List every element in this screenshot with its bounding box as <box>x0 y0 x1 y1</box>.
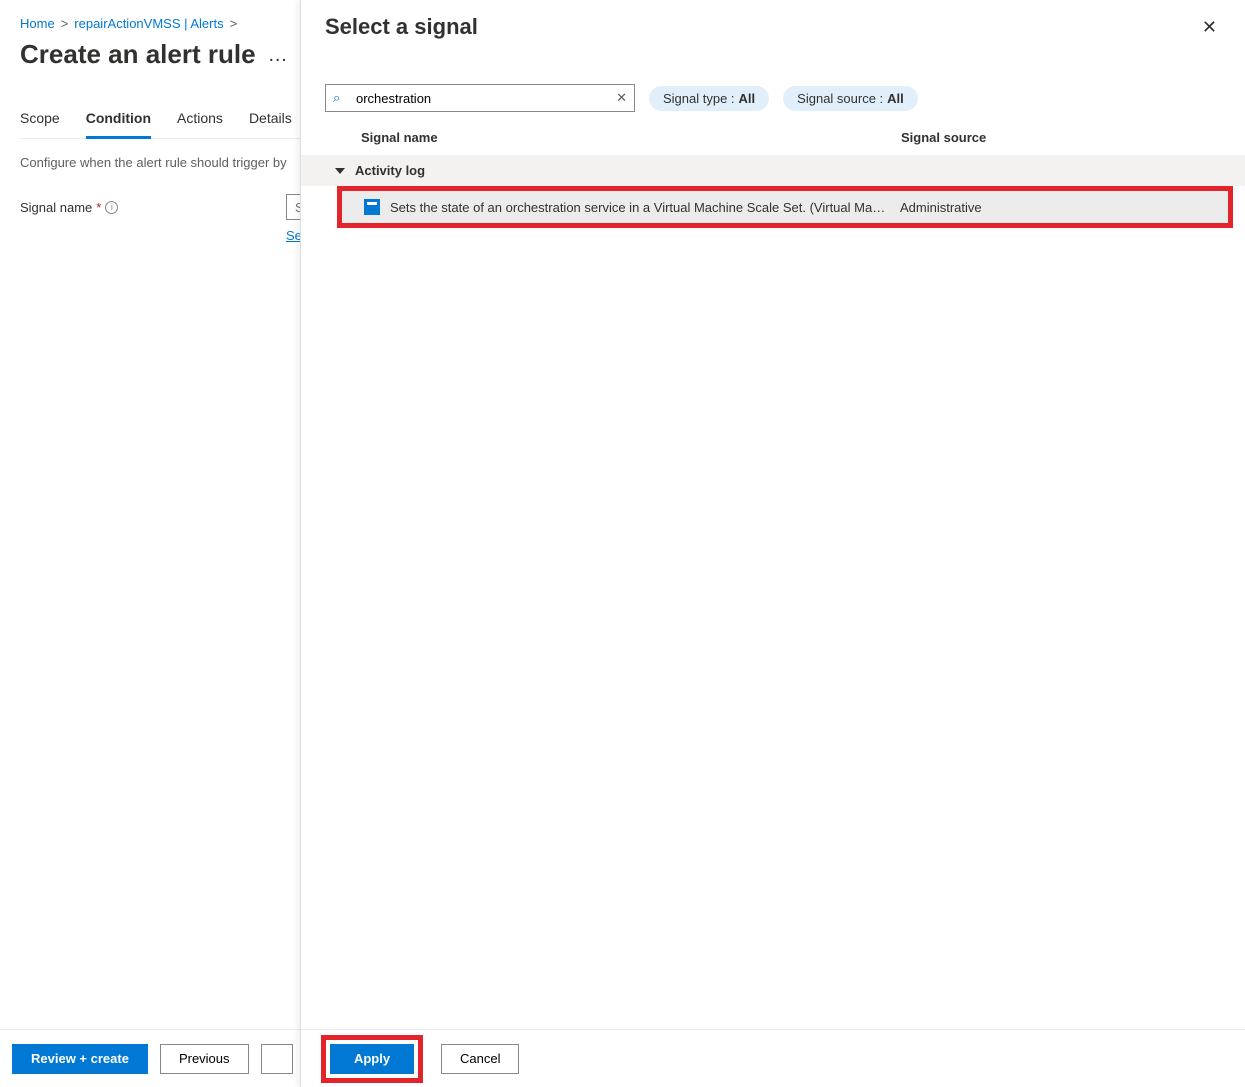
signal-name-label: Signal name * i <box>20 200 270 215</box>
review-create-button[interactable]: Review + create <box>12 1044 148 1074</box>
panel-header: Select a signal ✕ <box>301 0 1245 40</box>
tab-scope[interactable]: Scope <box>20 104 60 139</box>
tab-details[interactable]: Details <box>249 104 292 139</box>
signal-name-label-text: Signal name <box>20 200 92 215</box>
tab-condition[interactable]: Condition <box>86 104 151 139</box>
group-label: Activity log <box>355 163 425 178</box>
chevron-down-icon <box>335 168 345 174</box>
panel-controls: ⌕ ✕ Signal type : All Signal source : Al… <box>301 40 1245 130</box>
search-icon: ⌕ <box>333 90 340 106</box>
close-icon[interactable]: ✕ <box>1198 14 1221 40</box>
filter-label: Signal source : <box>797 91 883 106</box>
signal-search-input[interactable] <box>325 84 635 112</box>
signal-search-box: ⌕ ✕ <box>325 84 635 112</box>
apply-button[interactable]: Apply <box>330 1044 414 1074</box>
signal-type-filter[interactable]: Signal type : All <box>649 86 769 111</box>
tab-actions[interactable]: Actions <box>177 104 223 139</box>
signal-source-filter[interactable]: Signal source : All <box>783 86 918 111</box>
breadcrumb-sep: > <box>61 16 69 31</box>
filter-value: All <box>739 91 756 106</box>
signal-columns-header: Signal name Signal source <box>301 130 1245 155</box>
info-icon[interactable]: i <box>105 201 118 214</box>
filter-value: All <box>887 91 904 106</box>
panel-footer: Apply Cancel <box>301 1029 1245 1087</box>
next-button-stub[interactable] <box>261 1044 293 1074</box>
breadcrumb-home[interactable]: Home <box>20 16 55 31</box>
breadcrumb-resource[interactable]: repairActionVMSS | Alerts <box>74 16 223 31</box>
required-asterisk: * <box>96 200 101 215</box>
signal-source: Administrative <box>900 200 1228 215</box>
clear-search-icon[interactable]: ✕ <box>616 90 627 106</box>
more-actions-button[interactable]: … <box>268 45 288 65</box>
panel-title: Select a signal <box>325 14 478 40</box>
cancel-button[interactable]: Cancel <box>441 1044 519 1074</box>
signal-name: Sets the state of an orchestration servi… <box>390 200 900 215</box>
activity-log-icon <box>364 199 380 215</box>
filter-label: Signal type : <box>663 91 735 106</box>
signal-group-activity-log[interactable]: Activity log <box>301 155 1245 186</box>
apply-highlight: Apply <box>321 1035 423 1083</box>
signal-row[interactable]: Sets the state of an orchestration servi… <box>342 191 1228 223</box>
highlighted-signal-row: Sets the state of an orchestration servi… <box>337 186 1233 228</box>
page-title: Create an alert rule <box>20 39 256 70</box>
col-signal-name: Signal name <box>361 130 901 145</box>
breadcrumb-sep: > <box>230 16 238 31</box>
col-signal-source: Signal source <box>901 130 1221 145</box>
previous-button[interactable]: Previous <box>160 1044 249 1074</box>
select-signal-panel: Select a signal ✕ ⌕ ✕ Signal type : All … <box>300 0 1245 1087</box>
